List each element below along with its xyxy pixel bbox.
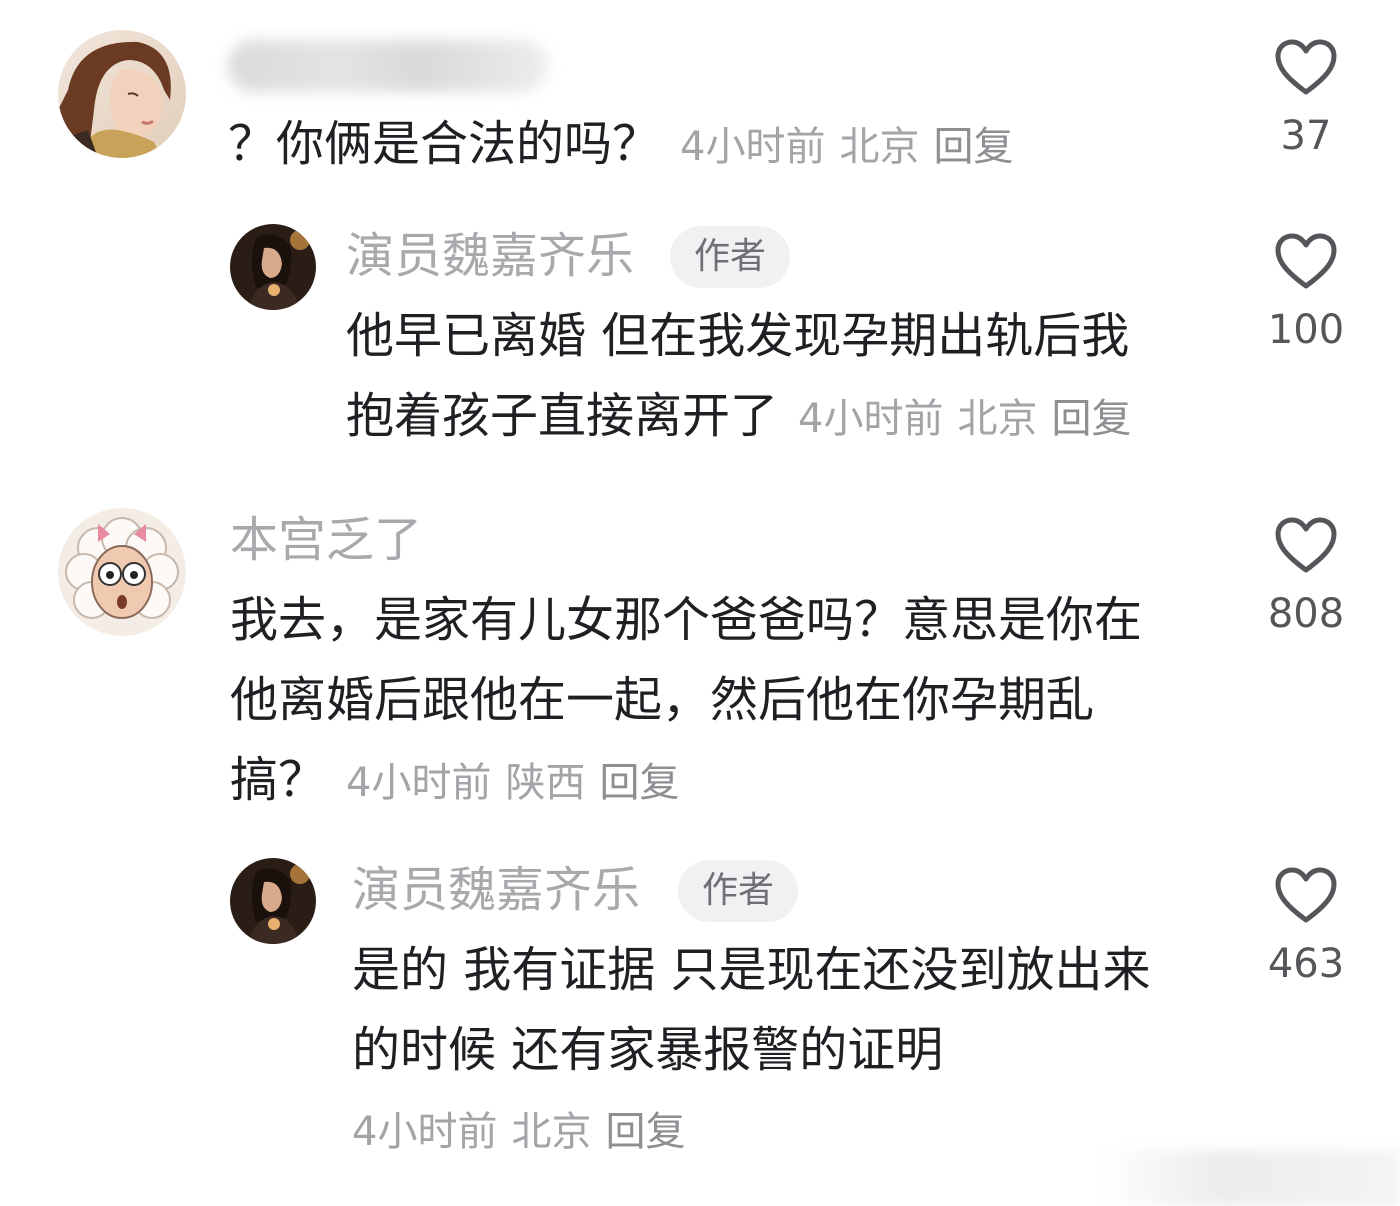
comment-meta: 4小时前 北京 回复 bbox=[352, 1102, 699, 1162]
heart-icon bbox=[1275, 39, 1337, 95]
comment-location: 陕西 bbox=[505, 760, 586, 806]
comment-location: 北京 bbox=[511, 1109, 592, 1155]
reply-button[interactable]: 回复 bbox=[605, 1109, 685, 1155]
text-overflow-fade bbox=[1175, 395, 1215, 450]
comment-line: 他离婚后跟他在一起，然后他在你孕期乱 bbox=[230, 672, 1095, 728]
comment-meta: 4小时前 北京 回复 bbox=[798, 396, 1145, 442]
comment-time: 4小时前 bbox=[798, 396, 944, 442]
reply-button[interactable]: 回复 bbox=[1051, 396, 1131, 442]
author-avatar-icon bbox=[230, 858, 316, 944]
comment-time: 4小时前 bbox=[346, 760, 492, 806]
reply-button[interactable]: 回复 bbox=[599, 760, 679, 806]
user-avatar[interactable] bbox=[58, 30, 186, 158]
comment-location: 北京 bbox=[957, 396, 1038, 442]
comment-line: 他早已离婚 但在我发现孕期出轨后我 bbox=[346, 308, 1130, 364]
comment-location: 北京 bbox=[839, 124, 920, 170]
reply-button[interactable]: 回复 bbox=[933, 124, 1013, 170]
heart-icon bbox=[1275, 517, 1337, 573]
blurred-username bbox=[228, 40, 548, 92]
watermark-scrim bbox=[1100, 1150, 1400, 1206]
like-count: 100 bbox=[1267, 307, 1345, 353]
comment-meta: 4小时前 陕西 回复 bbox=[346, 760, 693, 806]
comment-text: 是的 我有证据 只是现在还没到放出来 的时候 还有家暴报警的证明 bbox=[352, 930, 1151, 1090]
author-avatar[interactable] bbox=[230, 858, 316, 944]
author-avatar-icon bbox=[230, 224, 316, 310]
author-badge: 作者 bbox=[670, 226, 791, 288]
like-button[interactable]: 463 bbox=[1246, 866, 1366, 988]
author-username[interactable]: 演员魏嘉齐乐 bbox=[352, 866, 640, 914]
like-count: 463 bbox=[1267, 941, 1345, 987]
comment-line-with-meta: 搞？ 4小时前 陕西 回复 bbox=[230, 740, 1142, 823]
heart-icon bbox=[1275, 233, 1337, 289]
author-avatar[interactable] bbox=[230, 224, 316, 310]
comment-text: 我去，是家有儿女那个爸爸吗？意思是你在 他离婚后跟他在一起，然后他在你孕期乱 搞… bbox=[230, 580, 1142, 823]
commenter-username[interactable]: 本宫乏了 bbox=[230, 516, 422, 564]
comment-time: 4小时前 bbox=[352, 1109, 498, 1155]
comment-line: 是的 我有证据 只是现在还没到放出来 bbox=[352, 942, 1151, 998]
heart-icon bbox=[1275, 867, 1337, 923]
woman-profile-avatar-icon bbox=[58, 30, 186, 158]
author-badge: 作者 bbox=[678, 860, 799, 922]
comment-line-with-meta: 抱着孩子直接离开了 4小时前 北京 回复 bbox=[346, 376, 1145, 459]
comment-line: 的时候 还有家暴报警的证明 bbox=[352, 1022, 944, 1078]
comment-line: 抱着孩子直接离开了 bbox=[346, 388, 779, 444]
comment-time: 4小时前 bbox=[680, 124, 826, 170]
like-button[interactable]: 37 bbox=[1246, 38, 1366, 160]
like-count: 808 bbox=[1267, 591, 1345, 637]
cartoon-sheep-avatar-icon bbox=[58, 508, 186, 636]
comment-body: ？你俩是合法的吗？ bbox=[228, 116, 661, 172]
user-avatar[interactable] bbox=[58, 508, 186, 636]
comment-thread: ？你俩是合法的吗？ 4小时前 北京 回复 37 演员魏嘉齐乐 作者 他早已离婚 但在我… bbox=[0, 0, 1400, 1206]
comment-text: 他早已离婚 但在我发现孕期出轨后我 抱着孩子直接离开了 4小时前 北京 回复 bbox=[346, 296, 1145, 459]
author-username[interactable]: 演员魏嘉齐乐 bbox=[346, 232, 634, 280]
comment-line: 我去，是家有儿女那个爸爸吗？意思是你在 bbox=[230, 592, 1143, 648]
comment-meta: 4小时前 北京 回复 bbox=[680, 124, 1027, 170]
like-button[interactable]: 808 bbox=[1246, 516, 1366, 638]
comment-line: 搞？ bbox=[230, 752, 327, 808]
like-count: 37 bbox=[1280, 113, 1332, 159]
like-button[interactable]: 100 bbox=[1246, 232, 1366, 354]
comment-text: ？你俩是合法的吗？ 4小时前 北京 回复 bbox=[228, 104, 1027, 187]
